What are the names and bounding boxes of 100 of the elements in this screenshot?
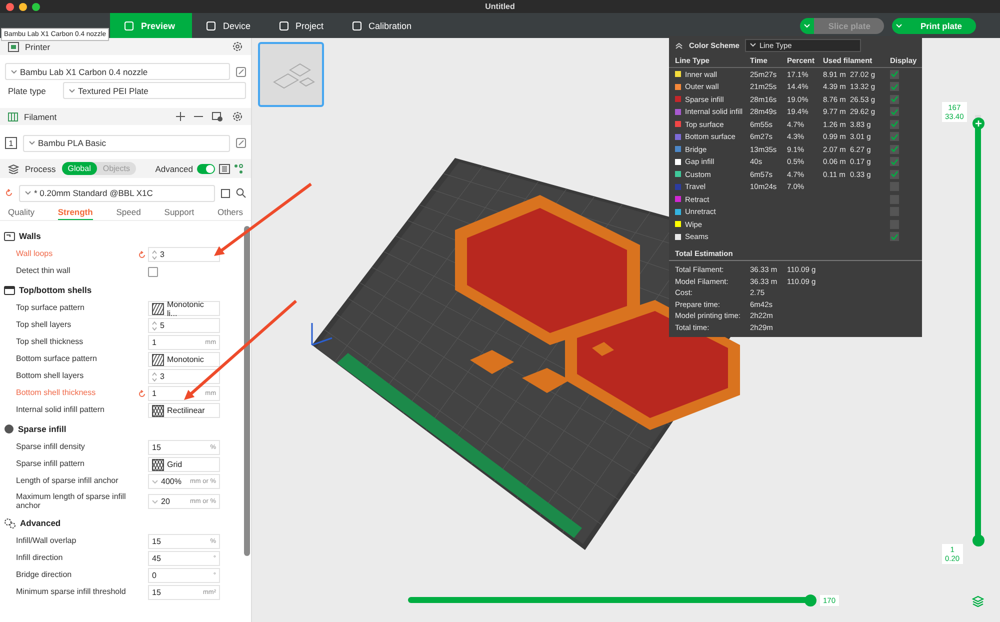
setting-label: Bottom shell thickness [16, 389, 97, 398]
checkbox[interactable] [890, 144, 899, 154]
settings-icon[interactable] [232, 41, 243, 52]
settings-tab[interactable]: Quality [8, 207, 34, 220]
close-button[interactable] [6, 2, 14, 10]
settings-icon[interactable] [232, 111, 243, 122]
nav-tab[interactable]: Project [264, 13, 338, 38]
preset-select[interactable]: * 0.20mm Standard @BBL X1C [19, 184, 215, 202]
filament-icon [8, 112, 18, 122]
stepper-icon[interactable] [152, 320, 157, 330]
nav-tab[interactable]: Calibration [338, 13, 426, 38]
search-icon[interactable] [236, 188, 246, 198]
reset-icon[interactable] [138, 390, 146, 398]
group-title: Walls [19, 231, 41, 241]
setting-label: Wall loops [16, 250, 54, 259]
caret-icon [152, 500, 158, 504]
checkbox[interactable] [890, 220, 899, 229]
pattern-dropdown[interactable]: Grid [148, 457, 220, 472]
number-field[interactable]: 5 [148, 318, 220, 333]
list-icon[interactable] [219, 164, 230, 174]
group-title: Sparse infill [18, 424, 66, 434]
collapse-icon[interactable] [675, 42, 683, 48]
plate-select[interactable]: Textured PEI Plate [63, 82, 246, 99]
hatch-icon [152, 354, 164, 366]
setting-label: Top shell layers [16, 321, 72, 330]
slider-handle[interactable] [804, 594, 816, 606]
checkbox[interactable] [890, 107, 899, 116]
setting-label: Internal solid infill pattern [16, 406, 106, 415]
crosshatch-icon [152, 404, 164, 416]
wall-icon [4, 232, 15, 240]
setting-label: Maximum length of sparse infill anchor [16, 493, 127, 510]
checkbox[interactable] [890, 94, 899, 104]
checkbox[interactable] [890, 207, 899, 216]
add-icon[interactable] [176, 112, 185, 121]
setting-label: Top surface pattern [16, 304, 86, 313]
slider-handle[interactable] [972, 534, 984, 546]
square-icon [206, 20, 216, 30]
number-field[interactable]: 3 [148, 247, 220, 262]
caret-icon [25, 191, 31, 195]
save-icon[interactable] [221, 188, 230, 198]
stepper-icon[interactable] [152, 250, 157, 260]
section-title: Process [25, 164, 56, 174]
checkbox[interactable] [890, 194, 899, 204]
shell-icon [4, 286, 15, 294]
checkbox[interactable] [890, 170, 899, 179]
pattern-dropdown[interactable]: Monotonic [148, 352, 220, 367]
filament-select[interactable]: Bambu PLA Basic [23, 134, 230, 152]
checkbox[interactable] [890, 82, 899, 92]
number-field[interactable]: 3 [148, 369, 220, 384]
setting-label: Bridge direction [16, 571, 73, 580]
square-icon [124, 20, 134, 30]
settings-tab[interactable]: Others [217, 207, 243, 220]
slider-handle[interactable] [972, 117, 984, 130]
setting-label: Minimum sparse infill threshold [16, 588, 127, 597]
checkbox[interactable] [890, 232, 899, 242]
window-title: Untitled [485, 2, 515, 11]
reset-icon[interactable] [138, 250, 146, 258]
checkbox[interactable] [890, 182, 899, 192]
setting-label: Length of sparse infill anchor [16, 477, 120, 486]
plate-thumbnail[interactable] [258, 42, 324, 107]
caret-icon [804, 24, 810, 28]
settings-tab[interactable]: Support [164, 207, 194, 220]
caret-icon [152, 480, 158, 484]
toggle-switch[interactable] [197, 164, 215, 174]
stepper-icon[interactable] [152, 372, 157, 382]
setting-label: Detect thin wall [16, 267, 72, 276]
checkbox[interactable] [890, 120, 899, 129]
printer-select[interactable]: Bambu Lab X1 Carbon 0.4 nozzle [5, 63, 230, 80]
setting-label: Bottom surface pattern [16, 355, 98, 364]
settings-tab[interactable]: Speed [116, 207, 141, 220]
hatch-icon [152, 302, 164, 314]
crosshatch-icon [152, 458, 164, 470]
switch-label: Advanced [155, 164, 193, 174]
checkbox[interactable] [890, 70, 899, 79]
layers-icon[interactable] [972, 595, 984, 607]
minimize-button[interactable] [19, 2, 27, 10]
nav-tab[interactable]: Device [192, 13, 265, 38]
checkbox[interactable] [890, 157, 899, 166]
dropdown-button[interactable] [892, 18, 906, 34]
setting-label: Sparse infill pattern [16, 460, 86, 469]
checkbox[interactable] [148, 266, 158, 276]
caret-icon [11, 70, 17, 74]
reset-icon[interactable] [5, 189, 13, 197]
group-title: Top/bottom shells [19, 285, 92, 295]
checkbox[interactable] [890, 132, 899, 142]
compare-icon[interactable] [234, 164, 243, 174]
infill-icon [4, 424, 14, 434]
edit-icon[interactable] [236, 66, 246, 76]
square-icon [352, 20, 362, 30]
setting-label: Top shell thickness [16, 338, 84, 347]
scrollbar-thumb[interactable] [244, 226, 250, 556]
setting-label: Infill/Wall overlap [16, 537, 78, 546]
dropdown-button[interactable] [800, 18, 814, 34]
pattern-dropdown[interactable]: Rectilinear [148, 403, 220, 418]
zoom-button[interactable] [32, 2, 40, 10]
slot-number: 1 [5, 137, 17, 149]
setting-label: Bottom shell layers [16, 372, 85, 381]
edit-icon[interactable] [236, 138, 246, 148]
pattern-dropdown[interactable]: Monotonic li... [148, 301, 220, 316]
sync-icon[interactable] [212, 112, 223, 122]
